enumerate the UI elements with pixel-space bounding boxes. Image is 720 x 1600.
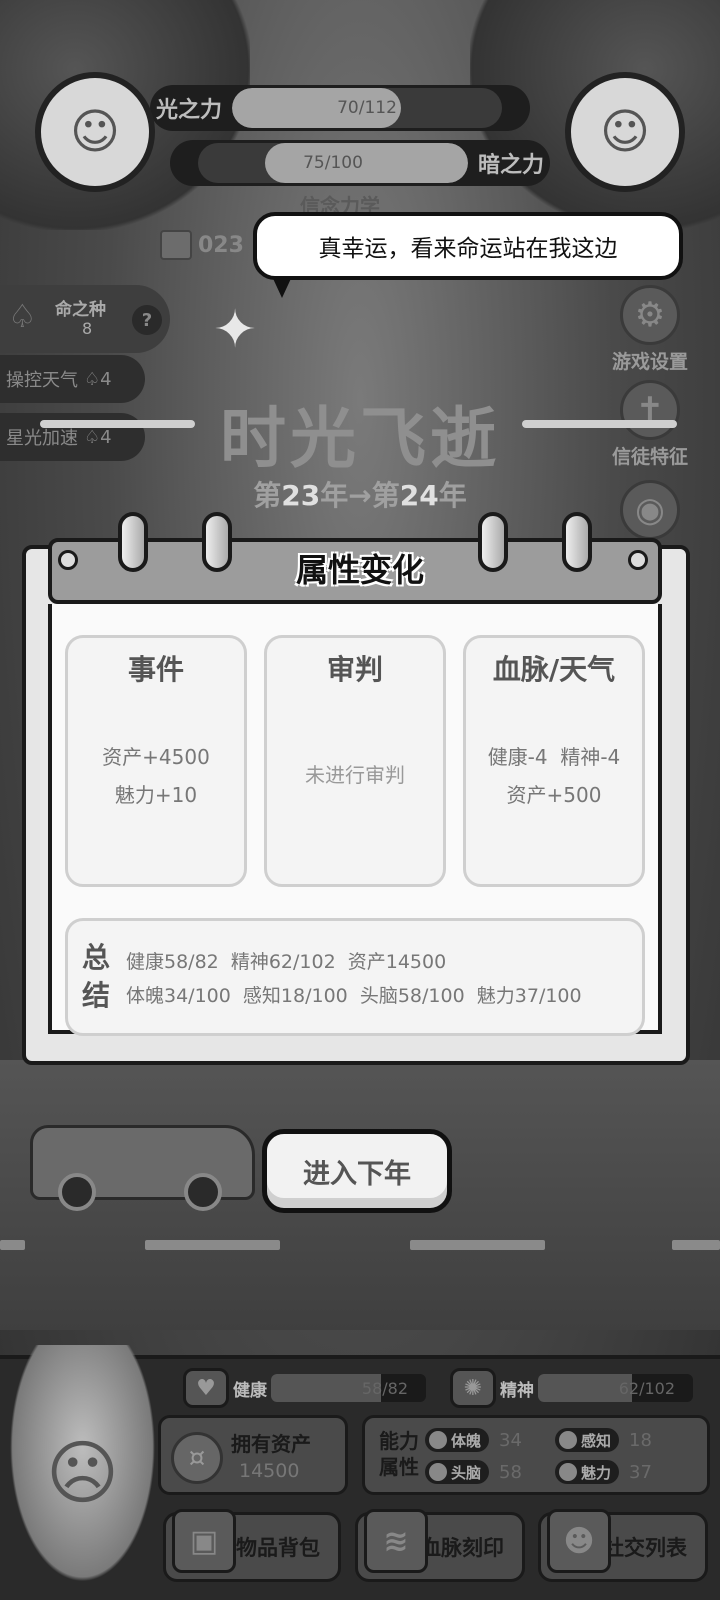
calendar-value: 023: [198, 232, 244, 258]
health-value: 58/82: [361, 1378, 408, 1398]
light-power-value: 70/112: [337, 98, 397, 118]
game-settings-button[interactable]: ⚙ 游戏设置: [600, 285, 700, 374]
column-line: 资产+500: [506, 783, 602, 807]
column-body: 健康-4 精神-4 资产+500: [466, 738, 642, 814]
light-deity-avatar[interactable]: ☺: [35, 72, 155, 192]
seed-icon: ♤: [8, 297, 37, 335]
calendar-counter: 023: [160, 230, 244, 260]
muscle-icon: [429, 1431, 447, 1449]
game-settings-label: 游戏设置: [611, 351, 688, 373]
assets-panel[interactable]: ¤ 拥有资产 14500: [158, 1415, 348, 1495]
road-line: [410, 1240, 545, 1250]
brain-icon: ✺: [450, 1368, 496, 1408]
ability-charm: 魅力 37: [555, 1460, 652, 1484]
player-avatar[interactable]: ☹: [0, 1345, 165, 1600]
seed-count: 8: [82, 319, 93, 338]
seed-panel: ♤ 命之种 8 ?: [0, 285, 170, 353]
ability-intellect: 头脑 58: [425, 1460, 522, 1484]
event-column: 事件 资产+4500 魅力+10: [65, 635, 247, 887]
column-line: 未进行审判: [305, 763, 405, 787]
people-icon: ☻: [547, 1509, 611, 1573]
ability-value: 58: [499, 1461, 522, 1483]
car-illustration: [30, 1125, 255, 1211]
assets-value: 14500: [239, 1460, 300, 1482]
ability-chip: 感知: [555, 1428, 620, 1452]
column-title: 事件: [127, 653, 184, 686]
health-label: 健康: [233, 1380, 267, 1401]
spirit-value: 62/102: [618, 1378, 675, 1398]
column-title: 血脉/天气: [492, 653, 616, 686]
inventory-button[interactable]: ▣ 物品背包: [163, 1509, 341, 1582]
ability-physique: 体魄 34: [425, 1428, 522, 1452]
time-passing-title: 时光飞逝: [220, 400, 500, 477]
assets-label: 拥有资产: [231, 1432, 311, 1456]
summary-label: 总 结: [82, 941, 111, 1012]
summary-line-1: 健康58/82 精神62/102 资产14500: [126, 951, 447, 973]
ability-perception: 感知 18: [555, 1428, 652, 1452]
brain-icon: [429, 1463, 447, 1481]
dark-power-track: 75/100: [197, 143, 468, 183]
dark-power-bar: 75/100 暗之力: [170, 140, 550, 186]
card-title: 属性变化: [295, 551, 424, 589]
column-body: 资产+4500 魅力+10: [68, 738, 244, 814]
bloodline-weather-column: 血脉/天气 健康-4 精神-4 资产+500: [463, 635, 645, 887]
ability-value: 34: [499, 1429, 522, 1451]
bloodline-label: 血脉刻印: [420, 1536, 504, 1560]
dark-power-value: 75/100: [303, 153, 363, 173]
road-line: [0, 1240, 25, 1250]
inventory-label: 物品背包: [236, 1536, 320, 1560]
ability-chip: 头脑: [425, 1460, 490, 1484]
health-bar: ♥ 健康 58/82: [183, 1368, 426, 1408]
spirit-label: 精神: [500, 1380, 534, 1401]
seed-label: 命之种: [55, 300, 106, 320]
column-body: 未进行审判: [267, 756, 443, 794]
light-power-track: 70/112: [232, 88, 503, 128]
ability-chip: 体魄: [425, 1428, 490, 1452]
ability-chip: 魅力: [555, 1460, 620, 1484]
ability-value: 18: [629, 1429, 652, 1451]
abilities-title: 能力属性: [379, 1429, 419, 1479]
column-line: 健康-4 精神-4: [487, 745, 621, 769]
light-power-label: 光之力: [156, 98, 223, 123]
dna-icon: ≋: [364, 1509, 428, 1573]
gear-icon: ⚙: [620, 285, 680, 345]
flower-icon: [559, 1463, 577, 1481]
summary-box: 总 结 健康58/82 精神62/102 资产14500 体魄34/100 感知…: [65, 918, 645, 1036]
heart-icon: ♥: [183, 1368, 229, 1408]
road-line: [672, 1240, 720, 1250]
coin-icon: ¤: [171, 1432, 223, 1484]
bloodline-button[interactable]: ≋ 血脉刻印: [355, 1509, 525, 1582]
calendar-icon: [160, 230, 192, 260]
judgement-column: 审判 未进行审判: [264, 635, 446, 887]
angel-character: ✦: [213, 300, 257, 360]
column-line: 资产+4500: [102, 745, 210, 769]
car-wheel: [184, 1173, 222, 1211]
summary-line-2: 体魄34/100 感知18/100 头脑58/100 魅力37/100: [126, 985, 582, 1007]
abilities-panel[interactable]: 能力属性 体魄 34 感知 18 头脑 58 魅力 37: [362, 1415, 710, 1495]
speech-bubble: 真幸运，看来命运站在我这边: [253, 212, 683, 280]
dark-power-label: 暗之力: [477, 153, 544, 178]
ability-value: 37: [629, 1461, 652, 1483]
column-line: 魅力+10: [114, 783, 198, 807]
column-title: 审判: [326, 653, 383, 686]
social-list-button[interactable]: ☻ 社交列表: [538, 1509, 708, 1582]
eye-icon: [559, 1431, 577, 1449]
help-icon[interactable]: ?: [132, 305, 162, 335]
backpack-icon: ▣: [172, 1509, 236, 1573]
spirit-track: 62/102: [538, 1374, 693, 1402]
dark-deity-avatar[interactable]: ☺: [565, 72, 685, 192]
spirit-bar: ✺ 精神 62/102: [450, 1368, 693, 1408]
year-change: 第23年→第24年: [253, 479, 467, 512]
car-wheel: [58, 1173, 96, 1211]
road-line: [145, 1240, 280, 1250]
light-power-bar: 光之力 70/112: [150, 85, 530, 131]
health-track: 58/82: [271, 1374, 426, 1402]
social-label: 社交列表: [603, 1536, 687, 1560]
next-year-button[interactable]: 进入下年: [262, 1129, 452, 1213]
